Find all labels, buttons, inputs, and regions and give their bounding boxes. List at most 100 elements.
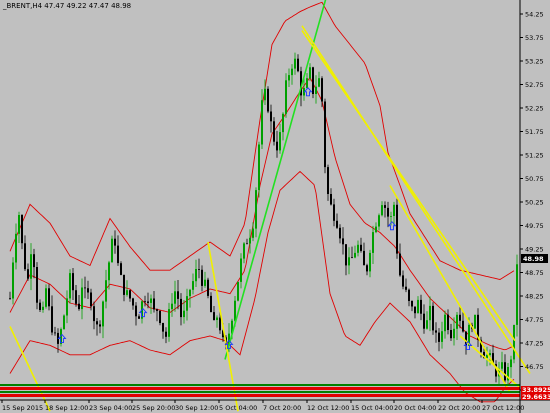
candle-body	[54, 332, 56, 334]
candle-body	[252, 228, 254, 238]
price-tick-label: 49.75	[525, 222, 544, 230]
candle-body	[48, 288, 50, 307]
candle-body	[366, 265, 368, 272]
candle-body	[441, 331, 443, 342]
candle-body	[402, 275, 404, 287]
candle-body	[195, 269, 197, 282]
candle-body	[360, 244, 362, 251]
candle-body	[96, 321, 98, 325]
candle-body	[159, 310, 161, 323]
candle-body	[243, 243, 245, 259]
time-tick-label: 15 Oct 04:00	[351, 404, 393, 412]
candle-body	[90, 292, 92, 307]
candle-body	[336, 220, 338, 228]
candle-body	[147, 301, 149, 303]
candle-body	[432, 305, 434, 331]
candle-body	[273, 121, 275, 142]
candle-body	[285, 80, 287, 114]
candle-body	[357, 244, 359, 253]
price-tick-label: 51.75	[525, 128, 544, 136]
candle-body	[93, 306, 95, 322]
price-tick-label: 49.25	[525, 245, 544, 253]
time-tick-label: 5 Oct 04:00	[219, 404, 257, 412]
candle-body	[216, 317, 218, 320]
candle-body	[246, 243, 248, 245]
candle-body	[114, 238, 116, 246]
indicator-tag-2-label: 29.6633	[522, 393, 550, 401]
time-tick-label: 30 Sep 12:00	[175, 404, 218, 412]
candle-body	[354, 252, 356, 258]
candle-body	[381, 205, 383, 216]
price-tick-label: 52.75	[525, 81, 544, 89]
candle-body	[369, 252, 371, 272]
candle-body	[330, 194, 332, 205]
candle-body	[309, 67, 311, 79]
candle-body	[456, 314, 458, 329]
candle-body	[240, 258, 242, 282]
time-tick-label: 22 Oct 20:00	[438, 404, 480, 412]
candle-body	[453, 328, 455, 339]
candle-body	[30, 254, 32, 279]
candle-body	[39, 302, 41, 310]
candle-body	[423, 313, 425, 329]
indicator-line-red-2	[0, 394, 520, 397]
candle-body	[87, 288, 89, 293]
candle-body	[420, 299, 422, 314]
candle-body	[111, 238, 113, 263]
candle-body	[15, 233, 17, 263]
candle-body	[210, 295, 212, 313]
candle-body	[267, 88, 269, 112]
current-price-label: 48.98	[523, 255, 544, 263]
time-tick-label: 12 Oct 12:00	[307, 404, 349, 412]
candle-body	[75, 290, 77, 304]
price-tick-label: 48.25	[525, 292, 544, 300]
candle-body	[270, 111, 272, 122]
candle-body	[501, 362, 503, 369]
candle-body	[174, 291, 176, 304]
candle-body	[513, 324, 515, 360]
time-tick-label: 20 Oct 04:00	[394, 404, 436, 412]
candle-body	[126, 290, 128, 295]
price-chart[interactable]: 54.25 53.75 53.25 52.75 52.25 51.75 51.25 50.75…	[0, 0, 550, 413]
price-tick-label: 51.25	[525, 151, 544, 159]
time-tick-label: 27 Oct 12:00	[482, 404, 524, 412]
price-tick-label: 47.25	[525, 339, 544, 347]
candle-body	[261, 100, 263, 145]
time-tick-label: 15 Sep 2015	[2, 404, 43, 412]
candle-body	[510, 359, 512, 368]
candle-body	[123, 274, 125, 295]
candle-body	[165, 331, 167, 337]
candle-body	[144, 301, 146, 303]
candle-body	[255, 190, 257, 229]
candle-body	[204, 279, 206, 286]
candle-body	[399, 253, 401, 276]
candle-body	[150, 298, 152, 303]
candle-body	[135, 305, 137, 317]
candle-body	[81, 287, 83, 310]
current-price-tag: 48.98	[521, 254, 548, 263]
candle-body	[18, 215, 20, 234]
candle-body	[66, 298, 68, 316]
candle-body	[429, 305, 431, 321]
candle-body	[168, 309, 170, 337]
candle-body	[258, 144, 260, 190]
candle-body	[414, 306, 416, 314]
candle-body	[417, 299, 419, 314]
candle-body	[120, 263, 122, 275]
indicator-line-red-1	[0, 387, 520, 390]
candle-body	[378, 215, 380, 227]
candle-body	[321, 78, 323, 102]
time-tick-label: 7 Oct 20:00	[263, 404, 301, 412]
price-tick-label: 50.75	[525, 175, 544, 183]
candle-body	[297, 58, 299, 72]
candle-body	[69, 273, 71, 299]
price-tick-label: 54.25	[525, 10, 544, 18]
candle-body	[345, 244, 347, 266]
candle-body	[315, 86, 317, 94]
candle-body	[33, 254, 35, 268]
candle-body	[282, 113, 284, 133]
candle-body	[462, 320, 464, 332]
candle-body	[444, 314, 446, 332]
candle-body	[306, 78, 308, 88]
candle-body	[192, 281, 194, 290]
